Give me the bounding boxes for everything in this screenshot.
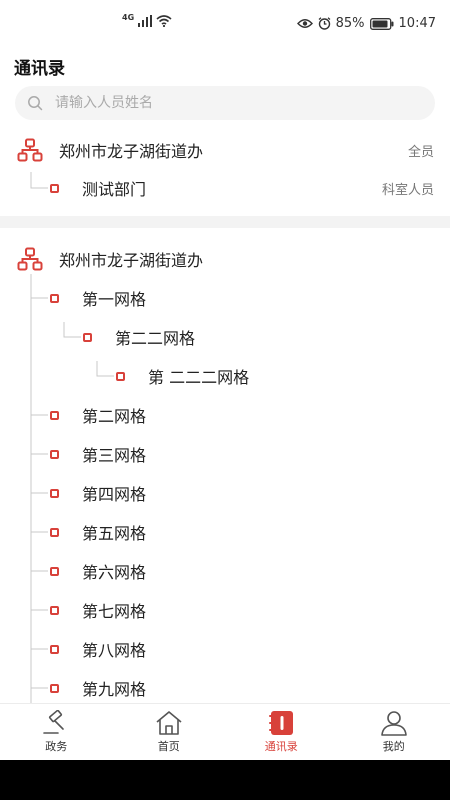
tab-label: 通讯录	[264, 740, 298, 753]
user-icon	[380, 711, 407, 736]
node-dot-icon	[50, 684, 59, 693]
node-dot-icon	[50, 184, 59, 193]
list-item[interactable]: 第八网格	[0, 631, 450, 667]
node-dot-icon	[50, 411, 59, 420]
list-item-label: 第二二网格	[115, 329, 196, 348]
tab-profile[interactable]: 我的	[338, 704, 450, 760]
list-item-tag: 科室人员	[381, 182, 434, 198]
page-title: 通讯录	[14, 59, 65, 79]
search-icon	[28, 96, 43, 111]
signal-icon	[138, 15, 153, 27]
list-item[interactable]: 第 二二二网格	[0, 358, 450, 394]
tab-government[interactable]: 政务	[0, 704, 113, 760]
tab-label: 政务	[45, 740, 68, 753]
list-item-label: 第三网格	[82, 446, 147, 465]
battery-icon	[369, 17, 394, 30]
node-dot-icon	[50, 645, 59, 654]
org-name: 郑州市龙子湖街道办	[59, 251, 204, 270]
node-dot-icon	[50, 489, 59, 498]
list-item-label: 测试部门	[82, 180, 147, 199]
org-name: 郑州市龙子湖街道办	[59, 142, 204, 161]
org-structure-icon	[17, 247, 43, 271]
list-item[interactable]: 第六网格	[0, 553, 450, 589]
search-box[interactable]	[15, 86, 435, 120]
list-item[interactable]: 第三网格	[0, 436, 450, 472]
tab-home[interactable]: 首页	[113, 704, 226, 760]
tab-contacts[interactable]: 通讯录	[225, 704, 338, 760]
list-item[interactable]: 第二二网格	[0, 319, 450, 355]
list-item-label: 第二网格	[82, 407, 147, 426]
status-center: 4G	[122, 12, 172, 27]
section-divider	[0, 216, 450, 228]
node-dot-icon	[50, 294, 59, 303]
list-item-label: 第一网格	[82, 290, 147, 309]
system-navigation-bar	[0, 760, 450, 800]
network-type-label: 4G	[122, 12, 135, 22]
list-item[interactable]: 第九网格	[0, 670, 450, 706]
list-item[interactable]: 第一网格	[0, 280, 450, 316]
org-row[interactable]: 郑州市龙子湖街道办	[0, 241, 450, 277]
list-item-label: 第四网格	[82, 485, 147, 504]
node-dot-icon	[50, 528, 59, 537]
tab-label: 我的	[382, 740, 405, 753]
search-input[interactable]	[55, 95, 395, 111]
list-item[interactable]: 第七网格	[0, 592, 450, 628]
org-row[interactable]: 郑州市龙子湖街道办 全员	[0, 132, 450, 168]
home-icon	[156, 711, 182, 735]
list-item[interactable]: 第二网格	[0, 397, 450, 433]
list-item-label: 第六网格	[82, 563, 147, 582]
org-structure-icon	[17, 138, 43, 162]
list-item-label: 第八网格	[82, 641, 147, 660]
node-dot-icon	[50, 567, 59, 576]
bottom-tab-bar: 政务 首页 通讯录 我的	[0, 703, 450, 760]
status-bar: 4G 85% 10:47	[0, 0, 450, 50]
clock-time: 10:47	[398, 16, 436, 31]
list-item-label: 第 二二二网格	[148, 368, 250, 387]
alarm-icon	[318, 17, 331, 30]
list-item-label: 第七网格	[82, 602, 147, 621]
list-item[interactable]: 测试部门 科室人员	[0, 170, 450, 206]
node-dot-icon	[83, 333, 92, 342]
node-dot-icon	[116, 372, 125, 381]
node-dot-icon	[50, 450, 59, 459]
gavel-icon	[43, 710, 65, 734]
status-right: 85% 10:47	[296, 16, 436, 31]
wifi-icon	[156, 15, 172, 27]
battery-percent: 85%	[335, 16, 365, 31]
list-item[interactable]: 第五网格	[0, 514, 450, 550]
list-item[interactable]: 第四网格	[0, 475, 450, 511]
tab-label: 首页	[157, 740, 180, 753]
list-item-label: 第五网格	[82, 524, 147, 543]
node-dot-icon	[50, 606, 59, 615]
org-tag: 全员	[407, 144, 434, 160]
list-item-label: 第九网格	[82, 680, 147, 699]
eye-icon	[296, 19, 313, 28]
contacts-icon	[269, 711, 294, 735]
